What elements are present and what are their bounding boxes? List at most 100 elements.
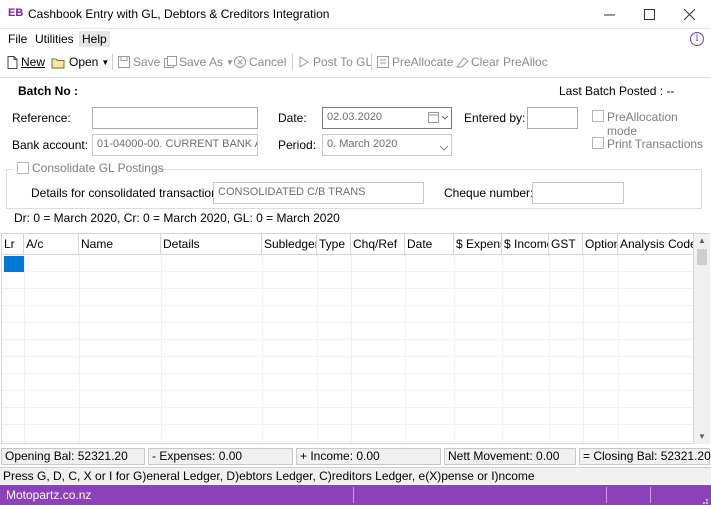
bank-account-label: Bank account: — [12, 138, 89, 152]
cancel-label: Cancel — [249, 55, 287, 69]
open-label: Open — [69, 55, 99, 69]
column-header[interactable]: Option — [583, 234, 618, 255]
column-header[interactable]: A/c — [24, 234, 79, 255]
scroll-down-icon[interactable]: ▼ — [694, 432, 710, 441]
post-to-gl-label: Post To GL — [313, 55, 373, 69]
table-row[interactable] — [2, 391, 693, 408]
table-row[interactable] — [2, 340, 693, 357]
toolbar-separator — [292, 54, 293, 70]
column-header[interactable]: Subledger A — [262, 234, 317, 255]
company-name: Motopartz.co.nz — [6, 488, 92, 502]
cancel-button[interactable]: Cancel — [234, 55, 286, 69]
save-as-label: Save As — [179, 55, 224, 69]
menu-help[interactable]: Help — [79, 31, 110, 47]
preallocate-button[interactable]: PreAllocate — [377, 55, 453, 69]
column-header[interactable]: $ Income — [502, 234, 549, 255]
minimize-icon — [603, 14, 615, 16]
post-arrow-icon — [298, 55, 310, 69]
close-icon — [683, 9, 695, 20]
table-row[interactable] — [2, 374, 693, 391]
eraser-icon — [455, 56, 469, 69]
save-as-button[interactable]: Save As ▼ — [164, 55, 234, 69]
new-button[interactable]: New — [6, 55, 45, 69]
print-transactions-checkbox[interactable] — [592, 137, 604, 149]
opening-balance: Opening Bal: 52321.20 — [1, 448, 145, 465]
cheque-number-input[interactable] — [532, 182, 624, 204]
date-label: Date: — [278, 111, 307, 125]
resize-grip-icon[interactable] — [700, 494, 709, 505]
open-button[interactable]: Open ▼ — [51, 55, 109, 69]
bank-account-input[interactable]: 01-04000-00. CURRENT BANK ACC — [92, 134, 258, 156]
preallocation-mode-label: PreAllocation mode — [607, 110, 678, 138]
last-batch-posted: Last Batch Posted : -- — [559, 84, 675, 98]
nett-movement: Nett Movement: 0.00 — [444, 448, 576, 465]
column-header[interactable]: Chq/Ref — [351, 234, 405, 255]
hint-text: Press G, D, C, X or I for G)eneral Ledge… — [0, 467, 711, 484]
calendar-icon[interactable] — [428, 111, 449, 127]
app-icon: EB — [8, 7, 24, 19]
table-row[interactable] — [2, 255, 693, 272]
column-header[interactable]: Analysis Code — [618, 234, 693, 255]
consolidate-gl-label: Consolidate GL Postings — [32, 161, 164, 175]
consolidate-gl-checkbox[interactable] — [17, 162, 29, 174]
period-select[interactable]: 0. March 2020 — [322, 134, 452, 156]
cancel-icon — [234, 55, 246, 69]
table-row[interactable] — [2, 323, 693, 340]
maximize-button[interactable] — [629, 0, 669, 29]
period-label: Period: — [278, 138, 317, 152]
reference-input[interactable] — [92, 107, 258, 129]
maximize-icon — [643, 9, 655, 20]
column-header[interactable]: GST — [549, 234, 583, 255]
status-bar — [0, 485, 711, 505]
entered-by-label: Entered by: — [464, 111, 526, 125]
new-label: New — [21, 55, 46, 69]
table-row[interactable] — [2, 272, 693, 289]
info-icon[interactable]: i — [690, 32, 704, 46]
table-row[interactable] — [2, 408, 693, 425]
status-separator — [353, 487, 354, 503]
preallocate-icon — [377, 55, 389, 69]
income-total: + Income: 0.00 — [296, 448, 441, 465]
table-row[interactable] — [2, 425, 693, 442]
grid-header: Lr A/c Name Details Subledger A Type Chq… — [2, 234, 693, 255]
clear-prealloc-button[interactable]: Clear PreAlloc — [455, 55, 548, 69]
menu-file[interactable]: File — [8, 32, 27, 46]
period-summary: Dr: 0 = March 2020, Cr: 0 = March 2020, … — [14, 211, 340, 225]
print-transactions-label: Print Transactions — [607, 137, 704, 151]
closing-balance: = Closing Bal: 52321.20 — [579, 448, 711, 465]
period-value: 0. March 2020 — [327, 138, 398, 150]
preallocate-label: PreAllocate — [392, 55, 454, 69]
batch-no-label: Batch No : — [18, 84, 78, 98]
toolbar-separator — [371, 54, 372, 70]
column-header[interactable]: Lr — [2, 234, 24, 255]
column-header[interactable]: Date — [405, 234, 454, 255]
date-value: 02.03.2020 — [327, 111, 383, 123]
details-input[interactable]: CONSOLIDATED C/B TRANS — [213, 182, 424, 204]
scrollbar-thumb[interactable] — [697, 249, 707, 265]
entered-by-input[interactable] — [527, 107, 578, 129]
column-header[interactable]: $ Expense — [454, 234, 502, 255]
column-header[interactable]: Type — [317, 234, 351, 255]
clear-prealloc-label: Clear PreAlloc — [471, 55, 548, 69]
reference-label: Reference: — [12, 111, 71, 125]
column-header[interactable]: Details — [161, 234, 262, 255]
post-to-gl-button[interactable]: Post To GL — [298, 55, 372, 69]
cheque-number-label: Cheque number: — [444, 186, 534, 200]
minimize-button[interactable] — [589, 0, 629, 29]
close-button[interactable] — [669, 0, 709, 29]
column-header[interactable]: Name — [79, 234, 161, 255]
table-row[interactable] — [2, 289, 693, 306]
menu-utilities[interactable]: Utilities — [35, 32, 74, 46]
scroll-up-icon[interactable]: ▲ — [694, 236, 710, 245]
save-button[interactable]: Save — [118, 55, 160, 69]
table-row[interactable] — [2, 357, 693, 374]
preallocation-mode-checkbox[interactable] — [592, 110, 604, 122]
selected-cell[interactable] — [4, 256, 24, 272]
toolbar-separator — [112, 54, 113, 70]
transactions-grid[interactable]: Lr A/c Name Details Subledger A Type Chq… — [1, 233, 694, 444]
details-label: Details for consolidated transactions: — [31, 186, 228, 200]
table-row[interactable] — [2, 306, 693, 323]
status-separator — [606, 487, 607, 503]
save-as-icon — [164, 55, 177, 69]
save-disk-icon — [118, 55, 130, 69]
